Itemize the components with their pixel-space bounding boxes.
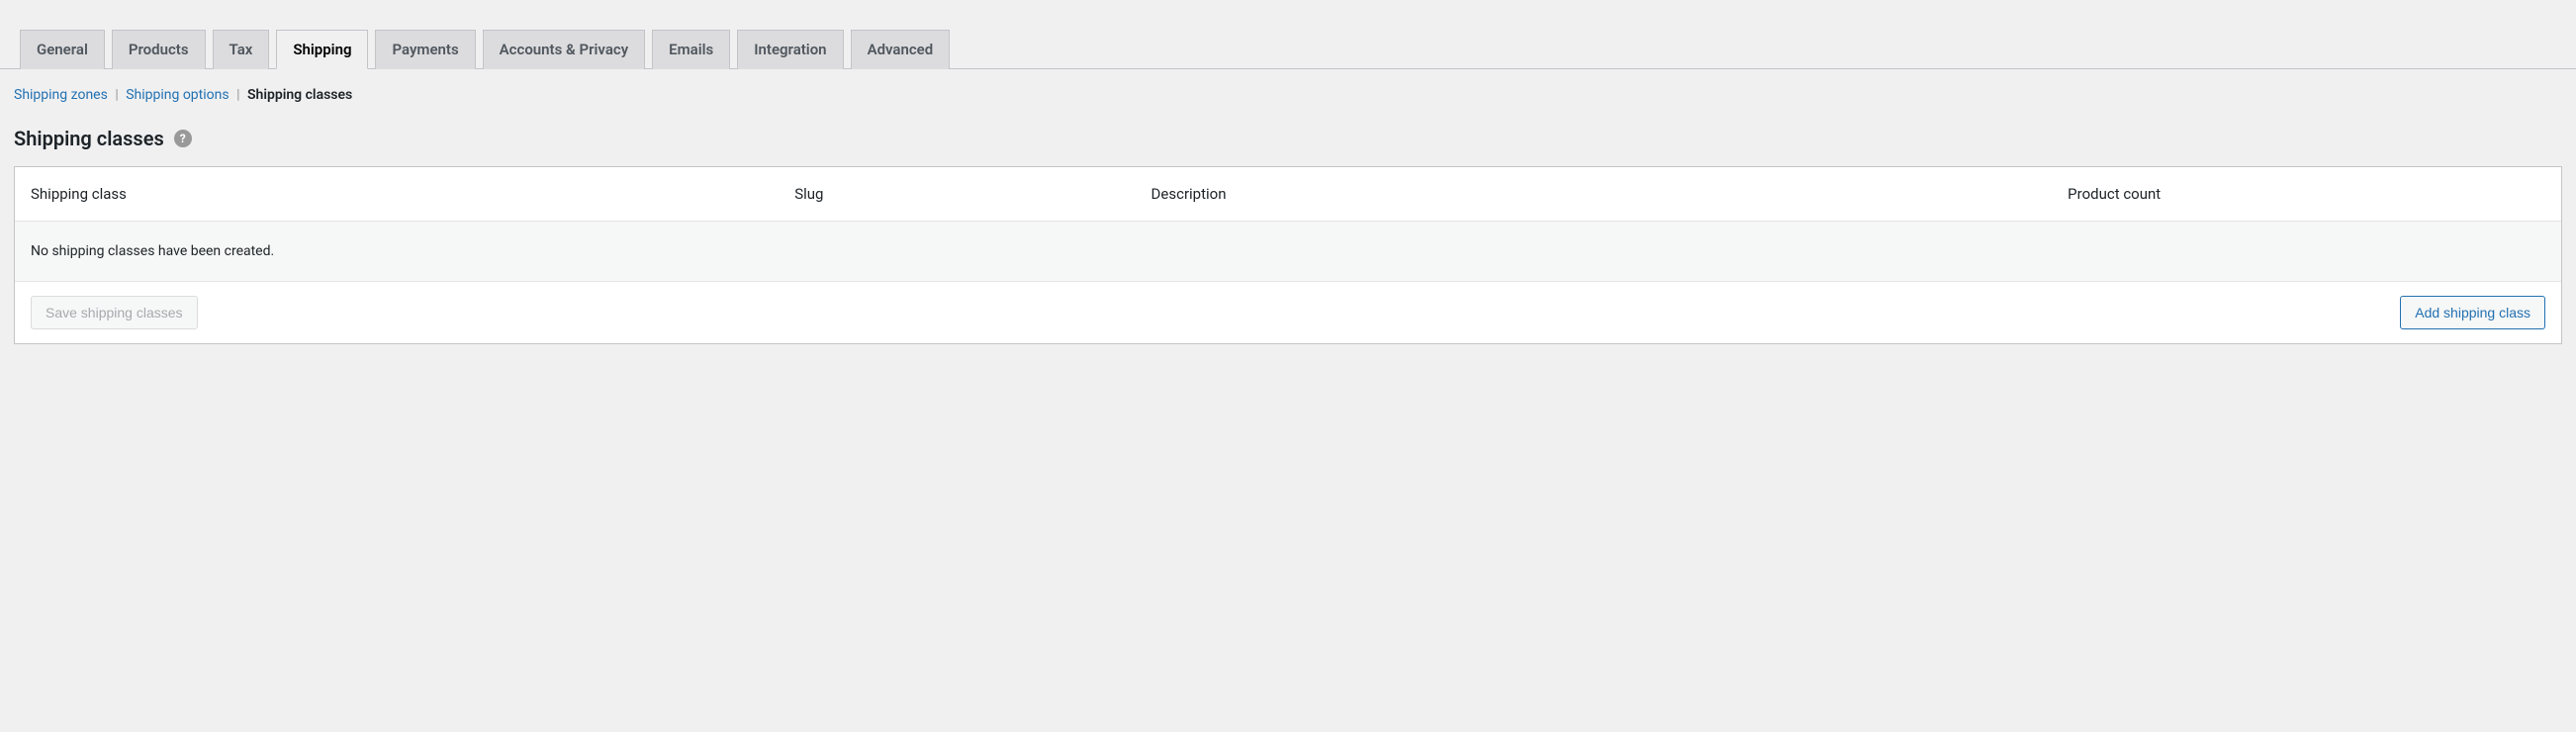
shipping-classes-table: Shipping class Slug Description Product … <box>15 167 2561 343</box>
separator: | <box>115 87 122 103</box>
col-slug: Slug <box>779 167 1135 222</box>
shipping-classes-table-wrap: Shipping class Slug Description Product … <box>14 166 2562 344</box>
empty-message: No shipping classes have been created. <box>15 222 2561 282</box>
subnav-shipping-classes: Shipping classes <box>247 87 352 103</box>
subnav-shipping-zones[interactable]: Shipping zones <box>14 87 108 103</box>
page-header: Shipping classes ? <box>0 103 2576 166</box>
shipping-subnav: Shipping zones | Shipping options | Ship… <box>0 69 2576 103</box>
col-product-count: Product count <box>2052 167 2561 222</box>
tab-accounts-privacy[interactable]: Accounts & Privacy <box>483 30 646 69</box>
tab-advanced[interactable]: Advanced <box>851 30 951 69</box>
col-description: Description <box>1136 167 2053 222</box>
subnav-shipping-options[interactable]: Shipping options <box>126 87 229 103</box>
tab-general[interactable]: General <box>20 30 105 69</box>
save-shipping-classes-button: Save shipping classes <box>31 296 198 329</box>
settings-tabs: General Products Tax Shipping Payments A… <box>0 30 2576 69</box>
help-icon[interactable]: ? <box>174 130 192 147</box>
tab-integration[interactable]: Integration <box>737 30 843 69</box>
add-shipping-class-button[interactable]: Add shipping class <box>2400 296 2545 329</box>
tab-emails[interactable]: Emails <box>652 30 730 69</box>
table-row-empty: No shipping classes have been created. <box>15 222 2561 282</box>
separator: | <box>236 87 243 103</box>
tab-payments[interactable]: Payments <box>375 30 475 69</box>
tab-tax[interactable]: Tax <box>213 30 270 69</box>
col-shipping-class: Shipping class <box>15 167 779 222</box>
tab-products[interactable]: Products <box>112 30 206 69</box>
tab-shipping[interactable]: Shipping <box>276 30 368 69</box>
page-title: Shipping classes <box>14 127 164 150</box>
table-footer-actions: Save shipping classes Add shipping class <box>31 296 2545 329</box>
